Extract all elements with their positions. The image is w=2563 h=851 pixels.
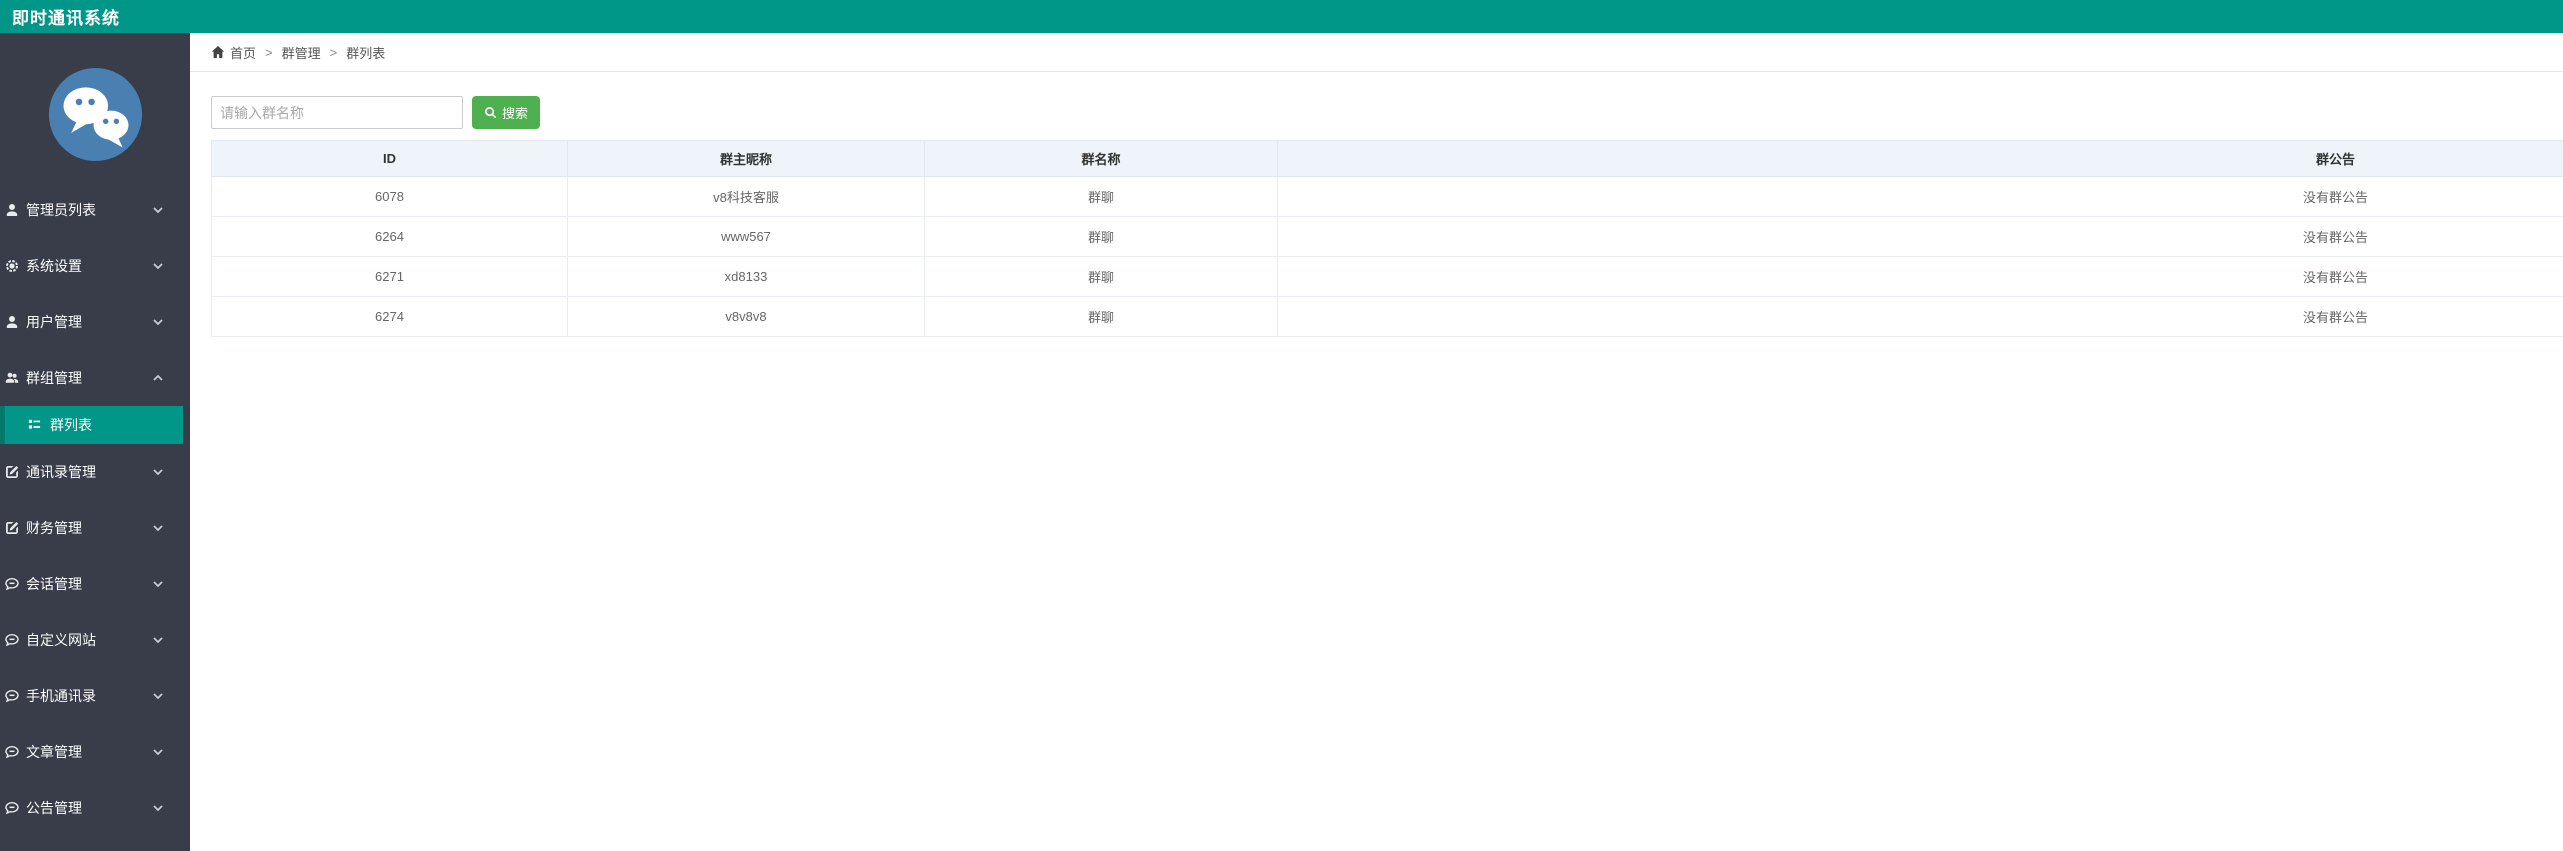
sidebar: 管理员列表 系统设置 用户管理 群组管理 群列表 通讯录管理 财务管理 会话管理…: [0, 33, 190, 851]
header-owner-nickname: 群主昵称: [567, 140, 925, 177]
breadcrumb-group-management-link[interactable]: 群管理: [282, 43, 321, 62]
cell-group-name: 群聊: [924, 176, 1278, 217]
sidebar-item-group-management[interactable]: 群组管理: [0, 350, 190, 406]
chevron-down-icon: [152, 522, 164, 534]
chevron-down-icon: [152, 634, 164, 646]
breadcrumb-current-page: 群列表: [346, 45, 386, 61]
gear-icon: [5, 259, 20, 274]
sidebar-item-article-management[interactable]: 文章管理: [0, 724, 190, 780]
cell-id: 6274: [211, 296, 568, 337]
cell-owner: www567: [567, 216, 925, 257]
comment-icon: [5, 577, 20, 592]
sidebar-item-label: 公告管理: [26, 800, 82, 816]
sidebar-item-label: 群列表: [50, 417, 92, 433]
app-title: 即时通讯系统: [12, 9, 120, 28]
users-icon: [5, 371, 20, 386]
cell-group-name: 群聊: [924, 256, 1278, 297]
chevron-down-icon: [152, 578, 164, 590]
sidebar-item-finance-management[interactable]: 财务管理: [0, 500, 190, 556]
chevron-up-icon: [152, 372, 164, 384]
cell-id: 6271: [211, 256, 568, 297]
sidebar-item-user-management[interactable]: 用户管理: [0, 294, 190, 350]
comment-icon: [5, 801, 20, 816]
wechat-logo-icon: [47, 66, 144, 163]
breadcrumb-separator: >: [329, 44, 338, 60]
chevron-down-icon: [152, 466, 164, 478]
group-table: ID 群主昵称 群名称 群公告 6078 v8科技客服 群聊 没有群公告 626…: [211, 140, 2563, 337]
sidebar-item-label: 用户管理: [26, 314, 82, 330]
sidebar-item-label: 文章管理: [26, 744, 82, 760]
comment-icon: [5, 745, 20, 760]
sidebar-item-label: 管理员列表: [26, 202, 96, 218]
cell-notice: 没有群公告: [1277, 216, 2563, 257]
comment-icon: [5, 689, 20, 704]
cell-id: 6264: [211, 216, 568, 257]
table-header-row: ID 群主昵称 群名称 群公告: [211, 140, 2563, 177]
user-icon: [5, 315, 20, 330]
sidebar-item-phone-contacts[interactable]: 手机通讯录: [0, 668, 190, 724]
cell-owner: xd8133: [567, 256, 925, 297]
sidebar-menu: 管理员列表 系统设置 用户管理 群组管理 群列表 通讯录管理 财务管理 会话管理…: [0, 182, 190, 836]
search-button[interactable]: 搜索: [472, 96, 541, 129]
chevron-down-icon: [152, 802, 164, 814]
sidebar-item-group-list-active[interactable]: 群列表: [0, 406, 183, 444]
edit-icon: [5, 521, 20, 536]
cell-notice: 没有群公告: [1277, 256, 2563, 297]
sidebar-submenu-group: 群列表: [0, 406, 190, 444]
breadcrumb-home-link[interactable]: 首页: [230, 43, 256, 62]
sidebar-item-label: 系统设置: [26, 258, 82, 274]
breadcrumb-separator: >: [265, 44, 273, 60]
sidebar-item-label: 群组管理: [26, 370, 82, 386]
sidebar-item-custom-website[interactable]: 自定义网站: [0, 612, 190, 668]
table-row: 6271 xd8133 群聊 没有群公告: [211, 256, 2563, 297]
user-icon: [5, 203, 20, 218]
sidebar-item-admin-list[interactable]: 管理员列表: [0, 182, 190, 238]
search-button-label: 搜索: [502, 106, 529, 121]
cell-group-name: 群聊: [924, 216, 1278, 257]
table-row: 6264 www567 群聊 没有群公告: [211, 216, 2563, 257]
cell-notice: 没有群公告: [1277, 176, 2563, 217]
search-bar: 搜索: [211, 96, 2563, 129]
sidebar-item-label: 财务管理: [26, 520, 82, 536]
sidebar-item-system-settings[interactable]: 系统设置: [0, 238, 190, 294]
header-group-notice: 群公告: [1277, 140, 2563, 177]
sidebar-item-label: 通讯录管理: [26, 464, 96, 480]
cell-group-name: 群聊: [924, 296, 1278, 337]
home-icon: [211, 45, 225, 59]
sidebar-item-session-management[interactable]: 会话管理: [0, 556, 190, 612]
breadcrumb: 首页 > 群管理 > 群列表: [190, 33, 2563, 72]
group-name-search-input[interactable]: [211, 96, 463, 129]
topbar: 即时通讯系统: [0, 0, 2563, 33]
chevron-down-icon: [152, 316, 164, 328]
cell-owner: v8v8v8: [567, 296, 925, 337]
edit-icon: [5, 465, 20, 480]
header-group-name: 群名称: [924, 140, 1278, 177]
sidebar-item-label: 手机通讯录: [26, 688, 96, 704]
group-table-container: ID 群主昵称 群名称 群公告 6078 v8科技客服 群聊 没有群公告 626…: [211, 140, 2563, 337]
cell-notice: 没有群公告: [1277, 296, 2563, 337]
chevron-down-icon: [152, 204, 164, 216]
sidebar-item-label: 自定义网站: [26, 632, 96, 648]
app-logo: [0, 66, 190, 163]
sidebar-item-contacts-management[interactable]: 通讯录管理: [0, 444, 190, 500]
table-row: 6078 v8科技客服 群聊 没有群公告: [211, 176, 2563, 217]
header-id: ID: [211, 140, 568, 177]
cell-owner: v8科技客服: [567, 176, 925, 217]
chevron-down-icon: [152, 260, 164, 272]
comment-icon: [5, 633, 20, 648]
main-content: 首页 > 群管理 > 群列表 搜索 ID 群主昵称 群名称 群公告: [190, 33, 2563, 851]
cell-id: 6078: [211, 176, 568, 217]
sidebar-item-label: 会话管理: [26, 576, 82, 592]
table-row: 6274 v8v8v8 群聊 没有群公告: [211, 296, 2563, 337]
chevron-down-icon: [152, 746, 164, 758]
search-icon: [484, 106, 497, 119]
sidebar-item-announcement-management[interactable]: 公告管理: [0, 780, 190, 836]
chevron-down-icon: [152, 690, 164, 702]
list-icon: [28, 418, 42, 432]
